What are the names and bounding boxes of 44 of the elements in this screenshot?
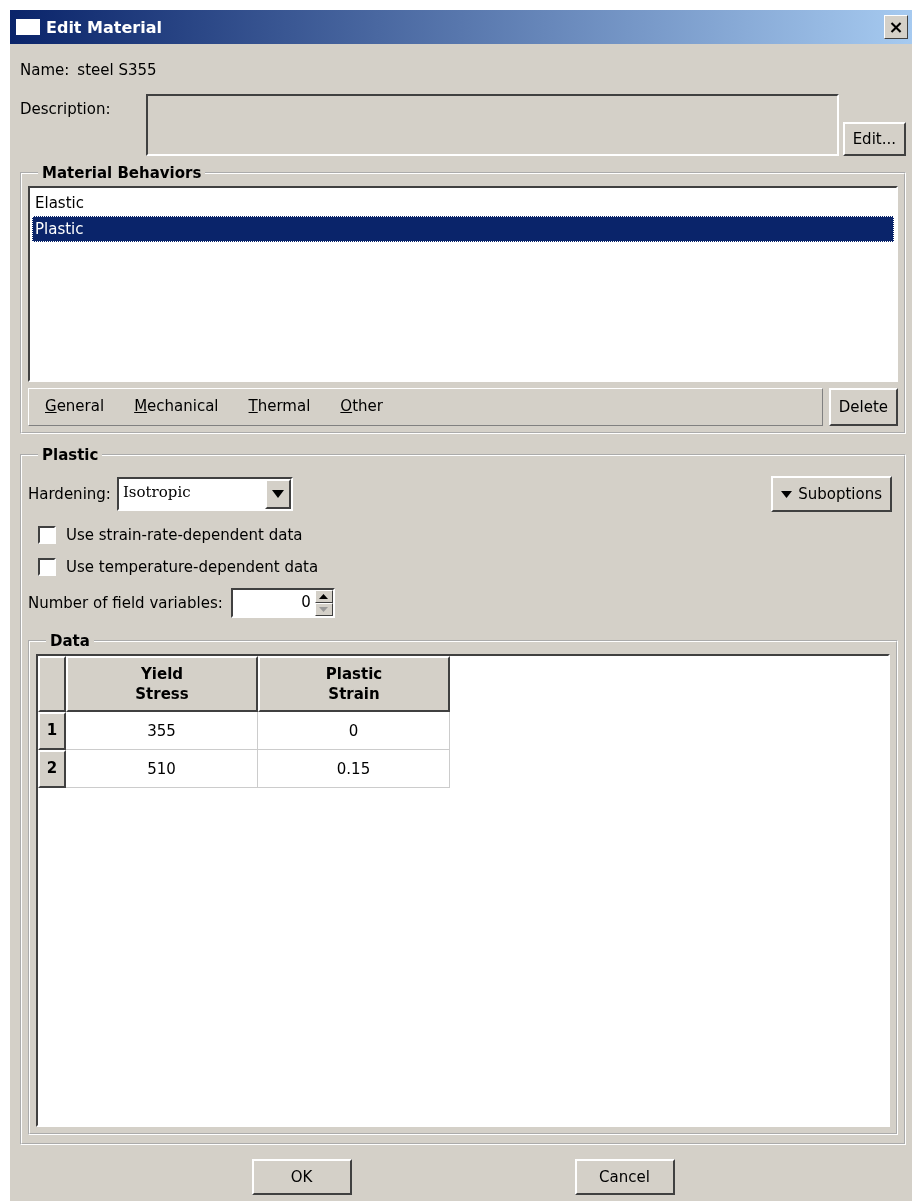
menu-item[interactable]: Other	[340, 397, 383, 417]
window-icon	[16, 19, 40, 35]
spin-down-button[interactable]	[314, 603, 333, 616]
close-button[interactable]: ×	[884, 15, 908, 39]
menu-item[interactable]: Thermal	[248, 397, 311, 417]
description-label: Description:	[20, 99, 112, 118]
dropdown-arrow-icon	[271, 490, 284, 498]
field-variables-spinbox[interactable]: 0	[230, 588, 335, 618]
name-label: Name:	[20, 61, 70, 79]
table-cell[interactable]: 510	[66, 750, 258, 788]
dialog-button[interactable]: Cancel	[574, 1159, 675, 1195]
down-triangle-icon	[781, 490, 793, 498]
hardening-label: Hardening:	[28, 485, 111, 503]
material-name: steel S355	[77, 61, 157, 79]
delete-button[interactable]: Delete	[828, 388, 898, 426]
menu-item[interactable]: Mechanical	[134, 397, 219, 417]
row-header[interactable]: 1	[38, 712, 66, 750]
spin-up-button[interactable]	[314, 590, 333, 603]
group-title: Data	[49, 632, 91, 650]
edit-button[interactable]: Edit...	[842, 122, 906, 156]
down-triangle-icon	[319, 607, 329, 612]
window-title: Edit Material	[46, 17, 163, 37]
dialog-button[interactable]: OK	[251, 1159, 352, 1195]
column-header[interactable]: Yield Stress	[66, 656, 258, 712]
field-variables-label: Number of field variables:	[28, 594, 223, 612]
checkbox-label: Use temperature-dependent data	[66, 558, 319, 576]
table-cell[interactable]: 355	[66, 712, 258, 750]
table-cell[interactable]: 0.15	[258, 750, 450, 788]
menu-item[interactable]: General	[45, 397, 105, 417]
row-header[interactable]: 2	[38, 750, 66, 788]
description-field[interactable]	[146, 94, 839, 156]
column-header[interactable]: Plastic Strain	[258, 656, 450, 712]
up-triangle-icon	[319, 594, 329, 599]
table-corner-header[interactable]	[38, 656, 66, 712]
checkbox-label: Use strain-rate-dependent data	[66, 526, 303, 544]
table-cell[interactable]: 0	[258, 712, 450, 750]
checkbox[interactable]	[38, 526, 56, 544]
group-title: Material Behaviors	[41, 164, 203, 182]
list-item[interactable]: Plastic	[32, 216, 894, 242]
group-title: Plastic	[41, 446, 100, 464]
list-item[interactable]: Elastic	[32, 190, 894, 216]
suboptions-button[interactable]: Suboptions	[771, 476, 892, 512]
hardening-dropdown[interactable]: Isotropic	[116, 477, 293, 511]
checkbox[interactable]	[38, 558, 56, 576]
